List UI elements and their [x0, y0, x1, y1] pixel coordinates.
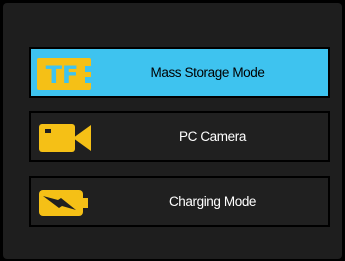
mass-storage-mode-option[interactable]: TF Mass Storage Mode — [29, 47, 330, 98]
pc-camera-label: PC Camera — [179, 129, 246, 144]
pc-camera-option[interactable]: PC Camera — [29, 111, 330, 162]
charging-mode-option[interactable]: Charging Mode — [29, 176, 330, 227]
video-camera-icon — [39, 124, 91, 152]
battery-charging-icon — [39, 190, 88, 216]
mass-storage-mode-label: Mass Storage Mode — [150, 65, 265, 80]
usb-mode-menu-screen: TF Mass Storage Mode PC Camera Charging … — [3, 3, 342, 259]
tf-card-icon: TF — [37, 58, 91, 90]
charging-mode-label: Charging Mode — [168, 194, 257, 209]
tf-card-label: TF — [46, 61, 79, 89]
